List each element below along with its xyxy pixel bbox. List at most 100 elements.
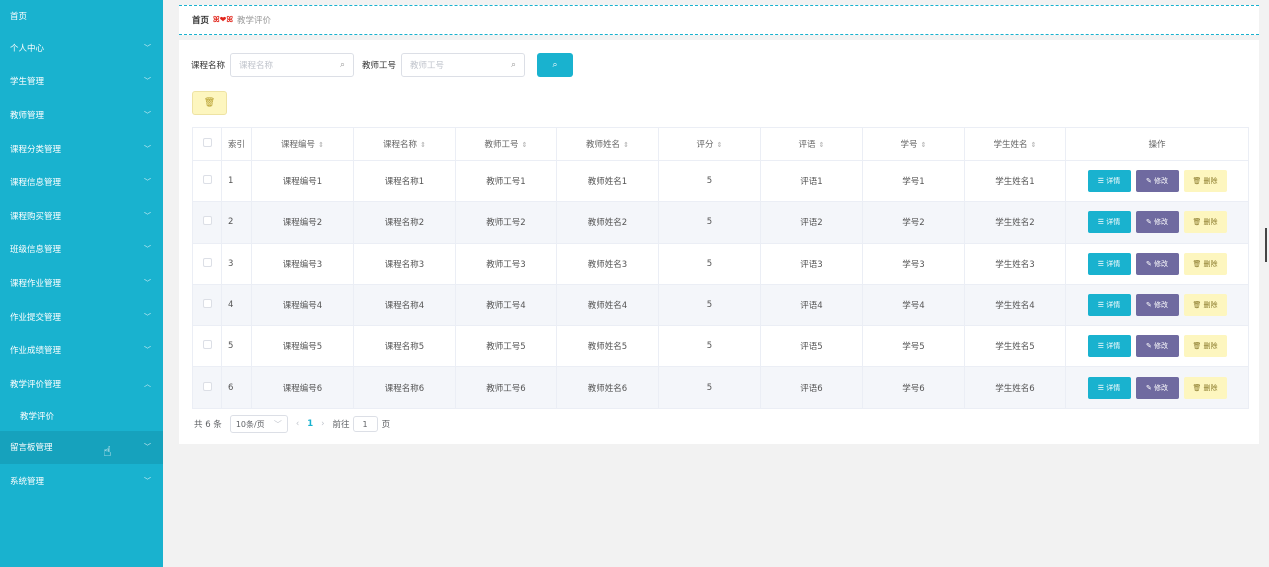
- header-score[interactable]: 评分 ⇕: [658, 127, 761, 161]
- course-name-input[interactable]: 课程名称 ⌕: [230, 53, 355, 77]
- cell-ops: ☰ 详情 ✎ 修改 🗑 删除: [1065, 201, 1249, 244]
- page-size-select[interactable]: 10条/页 ﹀: [229, 415, 288, 433]
- delete-button[interactable]: 🗑 删除: [1183, 294, 1227, 317]
- cell-comment: 评语2: [760, 201, 863, 244]
- sort-icon[interactable]: ⇕: [1031, 141, 1037, 149]
- sidebar-item-2[interactable]: 个人中心 ﹀: [0, 31, 163, 65]
- sidebar-item-8[interactable]: 班级信息管理 ﹀: [0, 233, 163, 267]
- cell-index: 1: [221, 159, 252, 203]
- delete-button[interactable]: 🗑 删除: [1183, 170, 1227, 193]
- breadcrumb-home[interactable]: 首页: [192, 14, 209, 26]
- delete-button[interactable]: 🗑 删除: [1183, 211, 1227, 234]
- cell-comment: 评语4: [760, 283, 863, 327]
- row-checkbox[interactable]: [202, 216, 212, 226]
- teacher-id-input[interactable]: 教师工号 ⌕: [401, 53, 526, 77]
- sidebar-item-after-1[interactable]: 留言板管理 ﹀: [0, 430, 163, 465]
- cell-course-name: 课程名称4: [353, 283, 456, 327]
- sidebar-item-9[interactable]: 课程作业管理 ﹀: [0, 266, 163, 300]
- sort-icon[interactable]: ⇕: [921, 141, 927, 149]
- sort-icon[interactable]: ⇕: [420, 141, 426, 149]
- select-all-checkbox[interactable]: [202, 138, 212, 147]
- detail-button[interactable]: ☰ 详情: [1087, 335, 1131, 358]
- header-student-id[interactable]: 学号 ⇕: [862, 127, 965, 161]
- sort-icon[interactable]: ⇕: [717, 141, 723, 149]
- header-teacher-id[interactable]: 教师工号 ⇕: [455, 127, 557, 161]
- sidebar-item-1[interactable]: 首页: [0, 0, 163, 31]
- header-student-name[interactable]: 学生姓名 ⇕: [964, 127, 1066, 161]
- page-number-1[interactable]: 1: [307, 419, 313, 429]
- row-select-cell[interactable]: [192, 283, 222, 327]
- sidebar-item-after-2[interactable]: 系统管理 ﹀: [0, 464, 163, 498]
- detail-button[interactable]: ☰ 详情: [1087, 376, 1131, 399]
- cell-student-id: 学号6: [862, 366, 965, 409]
- menu-item-label: 课程作业管理: [10, 278, 62, 289]
- chevron-icon: ﹀: [144, 178, 151, 187]
- menu-item-label: 教学评价管理: [10, 379, 62, 390]
- row-checkbox[interactable]: [202, 175, 212, 185]
- next-page-button[interactable]: ›: [321, 419, 324, 429]
- header-teacher-name[interactable]: 教师姓名 ⇕: [556, 127, 659, 161]
- detail-button[interactable]: ☰ 详情: [1087, 211, 1131, 234]
- sidebar-item-11[interactable]: 作业成绩管理 ﹀: [0, 333, 163, 367]
- row-actions: ☰ 详情 ✎ 修改 🗑 删除: [1066, 170, 1248, 193]
- sidebar-item-4[interactable]: 教师管理 ﹀: [0, 98, 163, 132]
- sidebar-item-12[interactable]: 教学评价管理 ︿: [0, 367, 163, 401]
- sort-icon[interactable]: ⇕: [623, 141, 629, 149]
- search-icon: ⌕: [339, 60, 346, 70]
- row-select-cell[interactable]: [192, 159, 222, 203]
- sort-icon[interactable]: ⇕: [819, 141, 825, 149]
- delete-button[interactable]: 🗑 删除: [1183, 335, 1227, 358]
- sidebar-item-10[interactable]: 作业提交管理 ﹀: [0, 300, 163, 334]
- row-checkbox[interactable]: [202, 257, 212, 267]
- prev-page-button[interactable]: ‹: [296, 419, 299, 429]
- cell-teacher-id: 教师工号6: [455, 366, 557, 409]
- sort-icon[interactable]: ⇕: [522, 141, 528, 149]
- sidebar-item-7[interactable]: 课程购买管理 ﹀: [0, 199, 163, 233]
- edit-button[interactable]: ✎ 修改: [1135, 335, 1179, 358]
- teacher-id-placeholder: 教师工号: [410, 61, 445, 71]
- course-name-placeholder: 课程名称: [239, 61, 274, 71]
- sidebar-subitem-evaluation[interactable]: 教学评价: [0, 401, 163, 431]
- teacher-id-label: 教师工号: [362, 61, 397, 71]
- row-select-cell[interactable]: [192, 366, 222, 409]
- edit-button[interactable]: ✎ 修改: [1135, 376, 1179, 399]
- hand-cursor-icon: ☝: [103, 444, 112, 460]
- sidebar-item-5[interactable]: 课程分类管理 ﹀: [0, 132, 163, 166]
- select-all-cell[interactable]: [192, 127, 222, 161]
- search-button[interactable]: ⌕: [537, 53, 574, 77]
- goto-page-input[interactable]: 1: [352, 416, 378, 432]
- evaluation-table: 索引 课程编号 ⇕ 课程名称 ⇕ 教师工号 ⇕ 教师姓名 ⇕ 评分 ⇕ 评语 ⇕ 学号 ⇕ 学…: [192, 127, 1249, 409]
- edit-button[interactable]: ✎ 修改: [1135, 170, 1179, 193]
- menu-item-label: 学生管理: [10, 77, 45, 88]
- row-select-cell[interactable]: [192, 201, 222, 244]
- menu-item-label: 课程购买管理: [10, 211, 62, 222]
- delete-button[interactable]: 🗑 删除: [1183, 376, 1227, 399]
- cell-course-code: 课程编号2: [251, 201, 354, 244]
- detail-button[interactable]: ☰ 详情: [1087, 294, 1131, 317]
- header-comment[interactable]: 评语 ⇕: [760, 127, 863, 161]
- detail-button[interactable]: ☰ 详情: [1087, 252, 1131, 275]
- chevron-icon: ﹀: [144, 312, 151, 321]
- menu-item-label: 系统管理: [10, 476, 45, 487]
- batch-delete-button[interactable]: 🗑: [192, 91, 227, 115]
- cell-index: 5: [221, 325, 252, 368]
- sidebar-item-6[interactable]: 课程信息管理 ﹀: [0, 165, 163, 199]
- row-checkbox[interactable]: [202, 381, 212, 391]
- chevron-icon: ﹀: [144, 278, 151, 287]
- chevron-icon: ﹀: [144, 476, 151, 485]
- detail-button[interactable]: ☰ 详情: [1087, 170, 1131, 193]
- header-label: 课程名称: [383, 140, 418, 150]
- header-course-name[interactable]: 课程名称 ⇕: [353, 127, 456, 161]
- row-checkbox[interactable]: [202, 299, 212, 309]
- header-course-code[interactable]: 课程编号 ⇕: [251, 127, 354, 161]
- row-checkbox[interactable]: [202, 340, 212, 350]
- edit-button[interactable]: ✎ 修改: [1135, 211, 1179, 234]
- delete-button[interactable]: 🗑 删除: [1183, 252, 1227, 275]
- sidebar-item-3[interactable]: 学生管理 ﹀: [0, 65, 163, 99]
- row-select-cell[interactable]: [192, 325, 222, 368]
- row-select-cell[interactable]: [192, 242, 222, 285]
- edit-button[interactable]: ✎ 修改: [1135, 294, 1179, 317]
- menu-item-label: 首页: [10, 11, 28, 22]
- edit-button[interactable]: ✎ 修改: [1135, 252, 1179, 275]
- sort-icon[interactable]: ⇕: [318, 141, 324, 149]
